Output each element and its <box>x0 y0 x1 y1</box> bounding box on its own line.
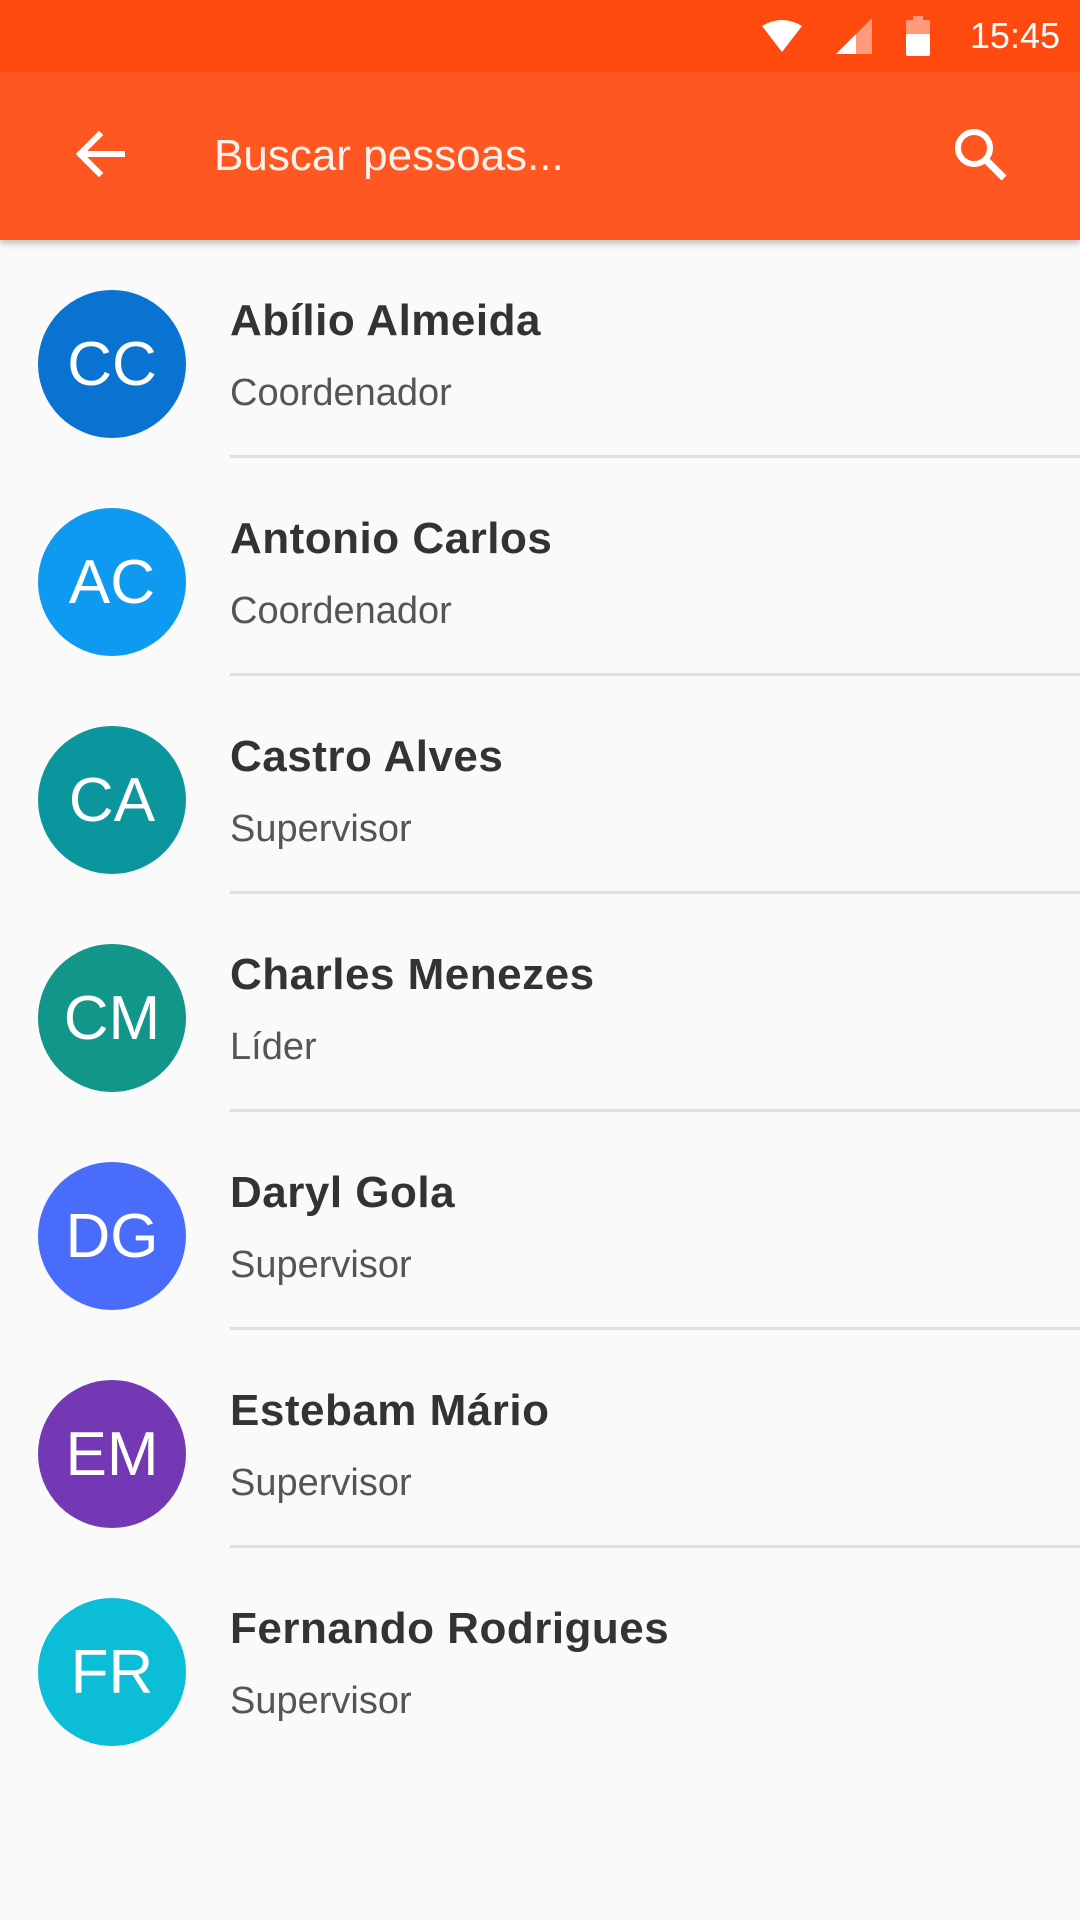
person-name: Fernando Rodrigues <box>230 1604 670 1653</box>
person-name: Antonio Carlos <box>230 514 553 563</box>
status-bar: 15:45 <box>0 0 1080 72</box>
avatar: DG <box>38 1162 186 1310</box>
avatar: FR <box>38 1598 186 1746</box>
person-role: Coordenador <box>230 372 452 414</box>
person-text: Estebam Mário Supervisor <box>230 1386 549 1505</box>
avatar: CM <box>38 944 186 1092</box>
list-item[interactable]: FR Fernando Rodrigues Supervisor <box>0 1548 1080 1766</box>
person-text: Fernando Rodrigues Supervisor <box>230 1604 669 1723</box>
list-item[interactable]: CM Charles Menezes Líder <box>0 894 1080 1112</box>
avatar: CC <box>38 290 186 438</box>
person-role: Coordenador <box>230 590 452 632</box>
person-name: Daryl Gola <box>230 1168 456 1217</box>
back-button[interactable] <box>50 106 150 206</box>
battery-icon <box>905 16 930 56</box>
avatar: EM <box>38 1380 186 1528</box>
person-role: Supervisor <box>230 1680 412 1722</box>
arrow-back-icon <box>75 130 126 182</box>
search-input[interactable] <box>214 111 914 201</box>
list-item[interactable]: EM Estebam Mário Supervisor <box>0 1330 1080 1548</box>
person-text: Castro Alves Supervisor <box>230 732 503 851</box>
person-text: Charles Menezes Líder <box>230 950 595 1069</box>
list-item[interactable]: DG Daryl Gola Supervisor <box>0 1112 1080 1330</box>
avatar: AC <box>38 508 186 656</box>
person-name: Castro Alves <box>230 732 504 781</box>
search-button[interactable] <box>930 106 1030 206</box>
cell-signal-icon <box>835 18 872 54</box>
status-time: 15:45 <box>969 15 1060 56</box>
person-role: Supervisor <box>230 808 412 850</box>
person-name: Abílio Almeida <box>230 296 541 345</box>
person-text: Abílio Almeida Coordenador <box>230 296 541 415</box>
avatar: CA <box>38 726 186 874</box>
person-name: Charles Menezes <box>230 950 595 999</box>
search-icon <box>953 127 1007 186</box>
person-role: Líder <box>230 1026 317 1068</box>
person-text: Daryl Gola Supervisor <box>230 1168 455 1287</box>
person-role: Supervisor <box>230 1462 412 1504</box>
person-text: Antonio Carlos Coordenador <box>230 514 552 633</box>
wifi-icon <box>761 20 802 52</box>
app-bar <box>0 72 1080 240</box>
people-list: CC Abílio Almeida Coordenador AC Antonio Car… <box>0 240 1080 1766</box>
list-item[interactable]: CC Abílio Almeida Coordenador <box>0 240 1080 458</box>
list-item[interactable]: CA Castro Alves Supervisor <box>0 676 1080 894</box>
person-name: Estebam Mário <box>230 1386 550 1435</box>
list-item[interactable]: AC Antonio Carlos Coordenador <box>0 458 1080 676</box>
person-role: Supervisor <box>230 1244 412 1286</box>
